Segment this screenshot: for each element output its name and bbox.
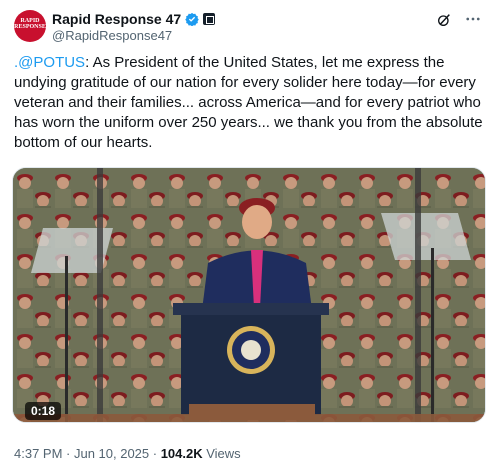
more-options-icon[interactable] [464,10,482,28]
tweet-body: : As President of the United States, let… [14,54,483,151]
views-count[interactable]: 104.2K [161,446,203,461]
crowd-scene [13,168,485,422]
views-label: Views [202,446,241,461]
mention-link[interactable]: .@POTUS [14,54,85,71]
name-row: Rapid Response 47 [52,10,216,28]
video-duration-badge: 0:18 [25,402,62,420]
avatar-logo-text: RAPID RESPONSE [14,18,46,30]
verified-badge-icon [185,12,199,26]
display-name[interactable]: Rapid Response 47 [52,10,181,28]
affiliate-badge-icon[interactable] [203,13,216,25]
tweet-header: RAPID RESPONSE Rapid Response 47 @RapidR… [14,8,486,48]
handle[interactable]: @RapidResponse47 [52,28,172,44]
tweet-text: .@POTUS: As President of the United Stat… [14,53,490,153]
avatar[interactable]: RAPID RESPONSE [14,10,46,42]
timestamp[interactable]: 4:37 PM · Jun 10, 2025 · [14,446,161,461]
tweet-meta: 4:37 PM · Jun 10, 2025 · 104.2K Views [14,446,241,462]
grok-icon[interactable] [436,12,452,28]
video-thumbnail[interactable]: 0:18 [12,167,486,423]
